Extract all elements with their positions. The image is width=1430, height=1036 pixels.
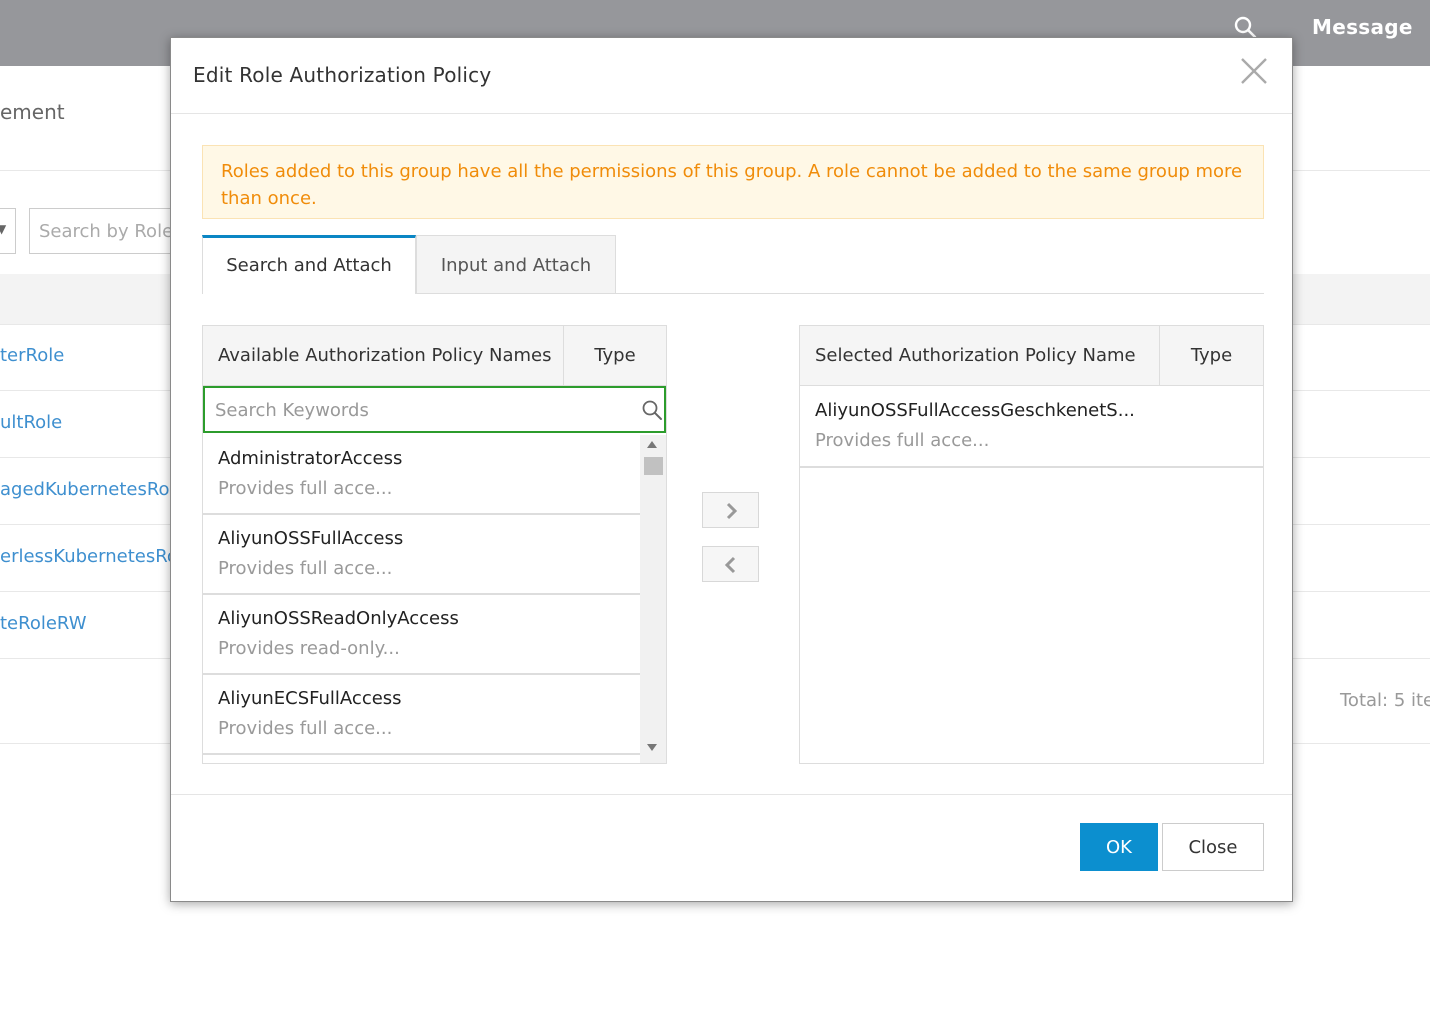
role-link[interactable]: ultRole bbox=[0, 412, 62, 433]
filter-select[interactable]: ▼ bbox=[0, 208, 16, 254]
list-scrollbar[interactable] bbox=[640, 435, 666, 763]
role-search-input[interactable]: Search by Role bbox=[29, 208, 189, 254]
list-item[interactable]: AdministratorAccess Provides full acce..… bbox=[203, 435, 640, 515]
policy-description: Provides read-only... bbox=[218, 638, 400, 659]
policy-description: Provides full acce... bbox=[218, 478, 393, 499]
column-header-type: Type bbox=[1190, 345, 1233, 366]
selected-policies-header: Selected Authorization Policy Name Type bbox=[800, 326, 1263, 386]
tab-input-and-attach[interactable]: Input and Attach bbox=[416, 235, 616, 293]
policy-description: Provides full acce... bbox=[218, 718, 393, 739]
available-policies-list: AdministratorAccess Provides full acce..… bbox=[203, 435, 640, 763]
role-link[interactable]: agedKubernetesRol bbox=[0, 479, 175, 500]
policy-name: AliyunOSSFullAccessGeschkenetS... bbox=[815, 400, 1135, 421]
close-icon[interactable] bbox=[1239, 56, 1269, 86]
keyword-search-input[interactable] bbox=[213, 397, 627, 423]
scrollbar-thumb[interactable] bbox=[644, 457, 663, 475]
policy-name: AliyunOSSReadOnlyAccess bbox=[218, 608, 459, 629]
keyword-search-box bbox=[203, 386, 666, 433]
available-policies-panel: Available Authorization Policy Names Typ… bbox=[202, 325, 667, 764]
notice-banner: Roles added to this group have all the p… bbox=[202, 145, 1264, 219]
tab-bar: Search and Attach Input and Attach bbox=[202, 235, 1264, 294]
policy-name: AliyunOSSFullAccess bbox=[218, 528, 404, 549]
column-header-type: Type bbox=[594, 345, 636, 366]
role-link[interactable]: erlessKubernetesRo bbox=[0, 546, 178, 567]
edit-role-authorization-policy-dialog: Edit Role Authorization Policy Roles add… bbox=[170, 37, 1293, 902]
tab-search-and-attach[interactable]: Search and Attach bbox=[202, 235, 416, 294]
pagination-total: Total: 5 ite bbox=[1340, 690, 1430, 711]
add-selected-button[interactable] bbox=[702, 492, 759, 528]
column-header-name: Available Authorization Policy Names bbox=[203, 326, 564, 386]
chevron-left-icon bbox=[724, 556, 736, 574]
available-policies-header: Available Authorization Policy Names Typ… bbox=[203, 326, 666, 386]
policy-name: AliyunECSFullAccess bbox=[218, 688, 402, 709]
dialog-header-divider bbox=[171, 113, 1292, 114]
message-link[interactable]: Message bbox=[1312, 15, 1413, 39]
role-link[interactable]: terRole bbox=[0, 345, 64, 366]
role-link[interactable]: teRoleRW bbox=[0, 613, 87, 634]
policy-description: Provides full acce... bbox=[218, 558, 393, 579]
remove-selected-button[interactable] bbox=[702, 546, 759, 582]
dialog-title: Edit Role Authorization Policy bbox=[193, 63, 492, 87]
ok-button[interactable]: OK bbox=[1080, 823, 1158, 871]
selected-policies-panel: Selected Authorization Policy Name Type … bbox=[799, 325, 1264, 764]
dialog-footer-divider bbox=[171, 794, 1292, 795]
scroll-up-arrow-icon[interactable] bbox=[647, 441, 657, 448]
list-item[interactable]: AliyunOSSFullAccess Provides full acce..… bbox=[203, 515, 640, 595]
list-item[interactable]: AliyunOSSFullAccessGeschkenetS... Provid… bbox=[800, 386, 1263, 468]
search-icon[interactable] bbox=[641, 399, 663, 421]
list-item[interactable]: AliyunOSSReadOnlyAccess Provides read-on… bbox=[203, 595, 640, 675]
scroll-down-arrow-icon[interactable] bbox=[647, 744, 657, 751]
page-title: ement bbox=[0, 100, 65, 124]
list-item[interactable]: AliyunECSFullAccess Provides full acce..… bbox=[203, 675, 640, 755]
chevron-right-icon bbox=[726, 502, 738, 520]
policy-name: AdministratorAccess bbox=[218, 448, 403, 469]
column-header-name: Selected Authorization Policy Name bbox=[800, 326, 1160, 386]
close-button[interactable]: Close bbox=[1162, 823, 1264, 871]
selected-policies-list: AliyunOSSFullAccessGeschkenetS... Provid… bbox=[800, 386, 1263, 468]
policy-description: Provides full acce... bbox=[815, 430, 990, 451]
chevron-down-icon: ▼ bbox=[0, 222, 7, 236]
